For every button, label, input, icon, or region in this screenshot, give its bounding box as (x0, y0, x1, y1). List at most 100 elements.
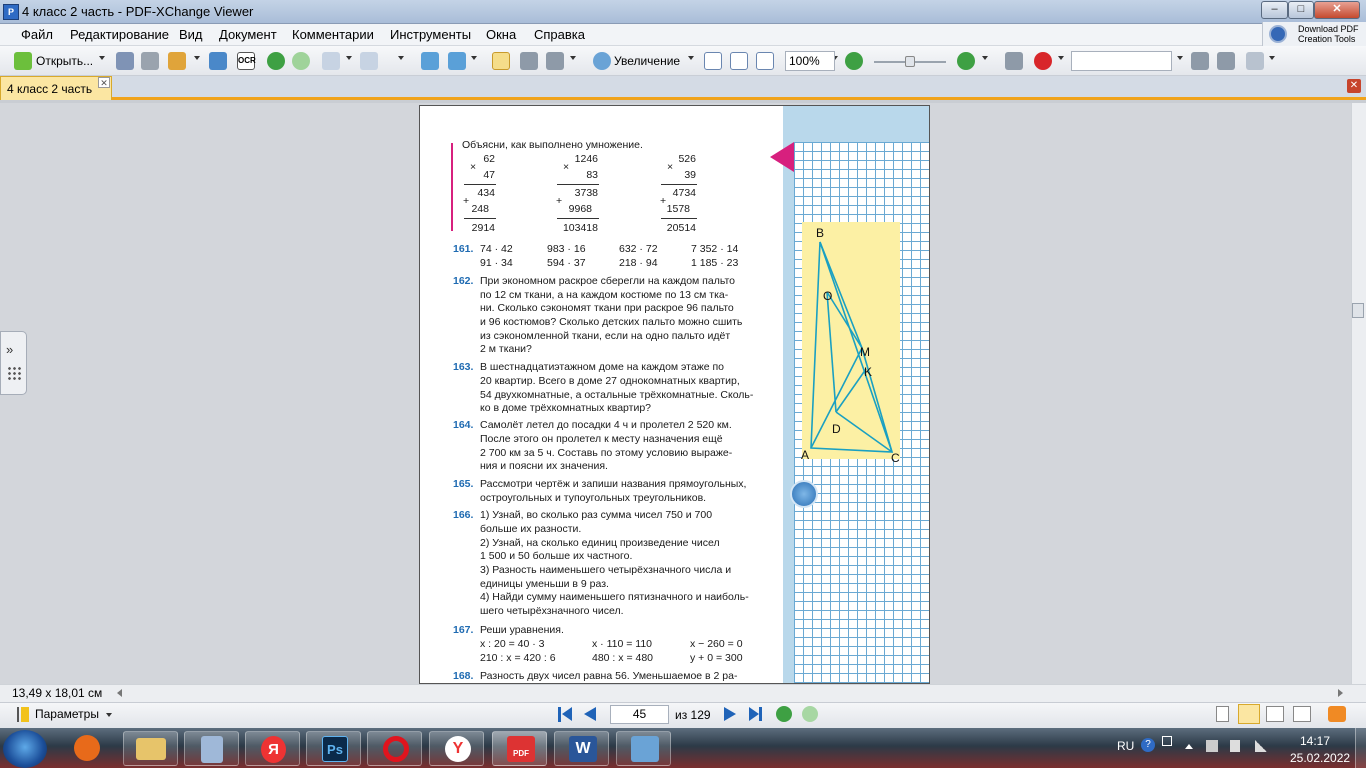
zoom-in-icon[interactable] (957, 52, 975, 70)
search-input[interactable] (1071, 51, 1172, 71)
redo-dropdown-icon[interactable] (398, 56, 404, 60)
zoom-slider-thumb[interactable] (905, 56, 915, 67)
single-page-view-icon[interactable] (1216, 706, 1229, 722)
scroll-left-icon[interactable] (117, 689, 122, 697)
menu-tools[interactable]: Инструменты (390, 27, 471, 42)
document-tab[interactable]: 4 класс 2 часть (0, 76, 112, 100)
pages-dropdown-icon[interactable] (471, 56, 477, 60)
taskbar-yandex[interactable]: Y (429, 731, 484, 766)
menu-edit[interactable]: Редактирование (70, 27, 169, 42)
open-dropdown-icon[interactable] (99, 56, 105, 60)
continuous-facing-icon[interactable] (1293, 706, 1311, 722)
search-dropdown-icon[interactable] (1177, 56, 1183, 60)
taskbar-photoshop[interactable]: Ps (306, 731, 361, 766)
forward-icon[interactable] (292, 52, 310, 70)
parameters-dropdown-icon[interactable] (106, 713, 112, 717)
help-icon[interactable]: ? (1141, 738, 1155, 752)
zoom-in-dropdown-icon[interactable] (982, 56, 988, 60)
taskbar-control-panel[interactable] (616, 731, 671, 766)
save-icon[interactable] (116, 52, 134, 70)
close-document-icon[interactable]: ✕ (1347, 79, 1361, 93)
taskbar-explorer[interactable] (123, 731, 178, 766)
horizontal-scrollbar[interactable] (0, 684, 1366, 702)
tab-close-icon[interactable]: ✕ (98, 77, 110, 88)
close-button[interactable]: ✕ (1314, 1, 1360, 19)
binoculars-icon[interactable] (1005, 52, 1023, 70)
search-prev-icon[interactable] (1191, 52, 1209, 70)
menu-view[interactable]: Вид (179, 27, 203, 42)
taskbar-calculator[interactable] (184, 731, 239, 766)
vertical-scrollbar[interactable] (1351, 103, 1366, 684)
tray-security-icon[interactable] (1206, 740, 1218, 752)
select-text-icon[interactable] (546, 52, 564, 70)
zoom-tool-label[interactable]: Увеличение (614, 54, 680, 68)
tray-display-icon[interactable] (1162, 736, 1172, 746)
app-icon[interactable]: P (3, 4, 19, 20)
settings-dropdown-icon[interactable] (1269, 56, 1275, 60)
zoom-level-input[interactable]: 100% (785, 51, 835, 71)
language-indicator[interactable]: RU (1117, 739, 1134, 753)
volume-icon[interactable] (1230, 740, 1240, 752)
open-icon[interactable] (14, 52, 32, 70)
show-desktop-button[interactable] (1355, 728, 1366, 768)
actual-size-icon[interactable] (704, 52, 722, 70)
hand-tool-icon[interactable] (492, 52, 510, 70)
scroll-right-icon[interactable] (1338, 689, 1343, 697)
pen-tool-icon[interactable] (1328, 706, 1346, 722)
next-page-icon[interactable] (724, 707, 736, 721)
menu-document[interactable]: Документ (219, 27, 277, 42)
zoom-tool-dropdown-icon[interactable] (688, 56, 694, 60)
continuous-view-icon[interactable] (1238, 704, 1260, 724)
side-panel-toggle[interactable]: » (0, 331, 27, 395)
fit-width-icon[interactable] (756, 52, 774, 70)
ask-dropdown-icon[interactable] (1058, 56, 1064, 60)
taskbar-word[interactable]: W (554, 731, 609, 766)
menu-windows[interactable]: Окна (486, 27, 516, 42)
menu-file[interactable]: Файл (21, 27, 53, 42)
taskbar-pdf-viewer[interactable]: PDF (492, 731, 547, 766)
start-button[interactable] (3, 730, 47, 768)
back-icon[interactable] (267, 52, 285, 70)
fit-page-icon[interactable] (730, 52, 748, 70)
open-button[interactable]: Открыть... (36, 54, 93, 68)
email-icon[interactable] (168, 52, 186, 70)
zoom-icon[interactable] (593, 52, 611, 70)
globe-icon[interactable] (790, 480, 818, 508)
redo-icon[interactable] (360, 52, 378, 70)
zoom-out-icon[interactable] (845, 52, 863, 70)
taskbar-yandex-browser[interactable]: Я (245, 731, 300, 766)
scan-icon[interactable] (209, 52, 227, 70)
pages-icon[interactable] (448, 52, 466, 70)
minimize-button[interactable]: – (1261, 1, 1288, 19)
search-next-icon[interactable] (1217, 52, 1235, 70)
page-number-input[interactable]: 45 (610, 705, 669, 724)
download-pdf-tools-button[interactable]: Download PDF Creation Tools (1262, 22, 1366, 46)
maximize-button[interactable]: □ (1288, 1, 1314, 19)
network-icon[interactable] (1255, 740, 1267, 752)
snapshot-icon[interactable] (520, 52, 538, 70)
rotate-icon[interactable] (421, 52, 439, 70)
first-page-icon[interactable] (558, 707, 572, 722)
last-page-icon[interactable] (749, 707, 763, 722)
clock-time[interactable]: 14:17 (1300, 734, 1330, 748)
history-forward-icon[interactable] (802, 706, 818, 722)
ask-icon[interactable] (1034, 52, 1052, 70)
print-icon[interactable] (141, 52, 159, 70)
history-back-icon[interactable] (776, 706, 792, 722)
email-dropdown-icon[interactable] (194, 56, 200, 60)
media-player-icon[interactable] (74, 735, 100, 761)
tray-expand-icon[interactable] (1185, 744, 1193, 749)
taskbar-opera[interactable] (367, 731, 422, 766)
ocr-icon[interactable]: OCR (237, 52, 256, 70)
parameters-button[interactable]: Параметры (35, 707, 99, 721)
undo-dropdown-icon[interactable] (346, 56, 352, 60)
previous-page-icon[interactable] (584, 707, 596, 721)
undo-icon[interactable] (322, 52, 340, 70)
clock-date[interactable]: 25.02.2022 (1290, 751, 1350, 765)
menu-help[interactable]: Справка (534, 27, 585, 42)
settings-tool-icon[interactable] (1246, 52, 1264, 70)
select-dropdown-icon[interactable] (570, 56, 576, 60)
vertical-scroll-thumb[interactable] (1352, 303, 1364, 318)
menu-comments[interactable]: Комментарии (292, 27, 374, 42)
facing-view-icon[interactable] (1266, 706, 1284, 722)
